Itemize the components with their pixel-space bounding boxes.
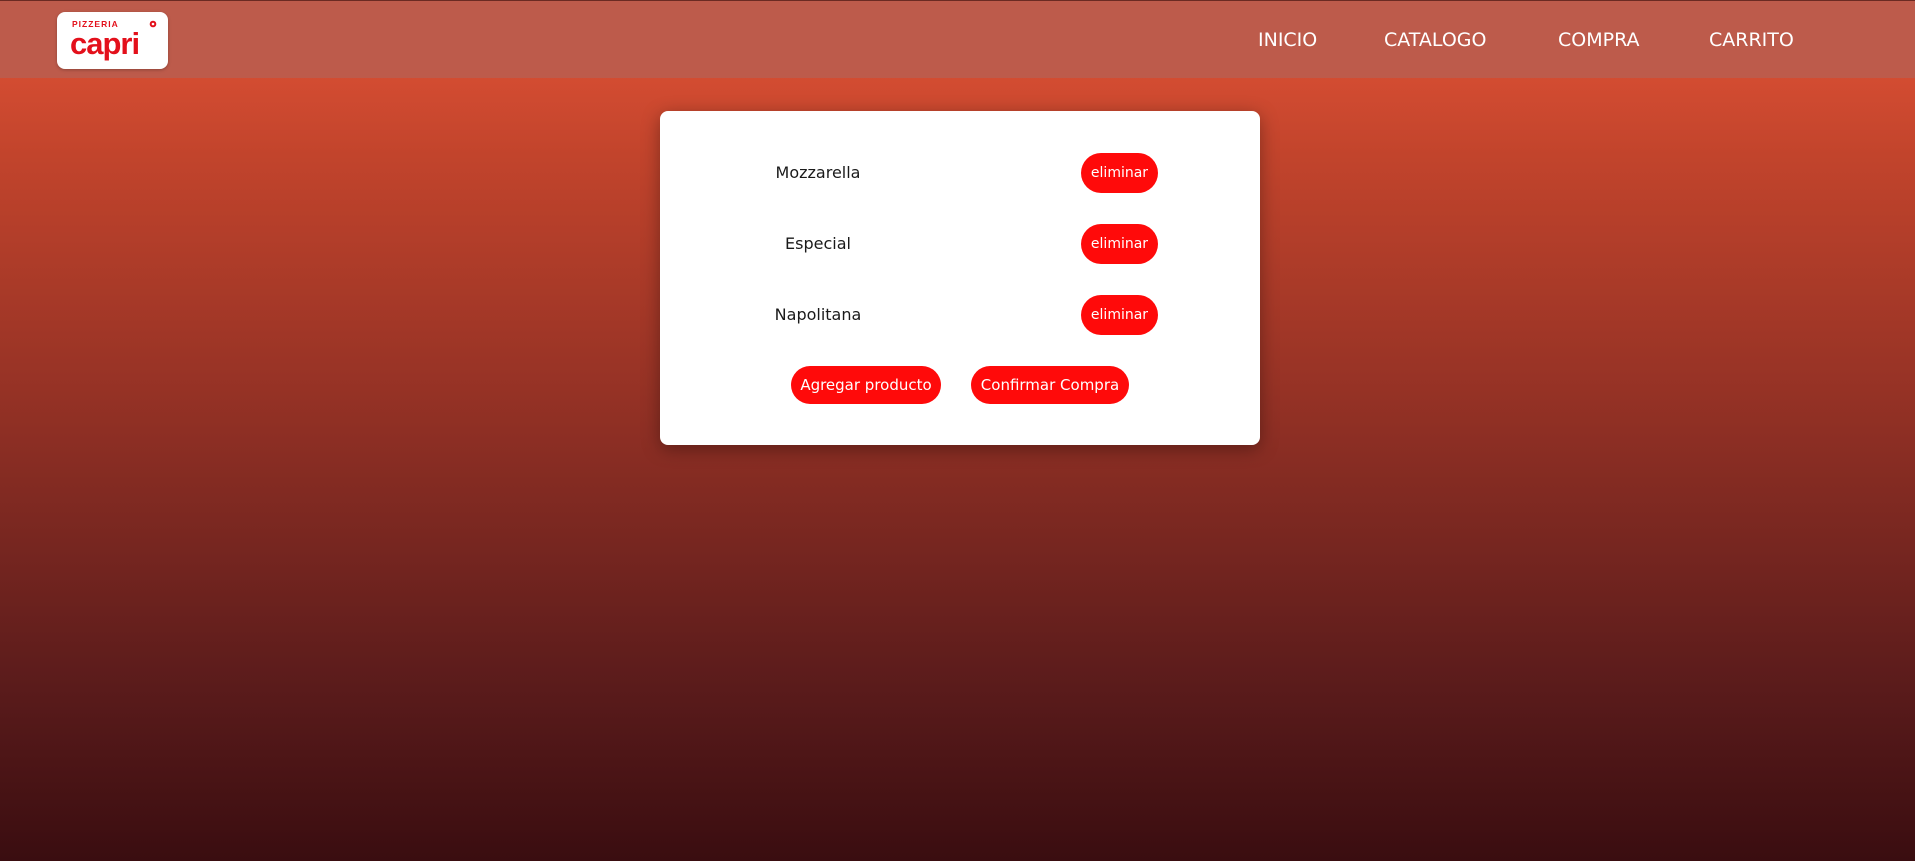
- nav-link-carrito[interactable]: CARRITO: [1709, 28, 1794, 52]
- svg-text:capri: capri: [70, 26, 139, 61]
- add-product-button[interactable]: Agregar producto: [791, 366, 941, 404]
- cart-item-row: Napolitana eliminar: [660, 295, 1260, 335]
- confirm-purchase-button[interactable]: Confirmar Compra: [971, 366, 1129, 404]
- pizzeria-capri-logo[interactable]: PIZZERIA capri: [57, 12, 168, 69]
- nav-link-catalogo[interactable]: CATALOGO: [1384, 28, 1486, 52]
- capri-logo-icon: PIZZERIA capri: [70, 19, 157, 61]
- nav-link-compra[interactable]: COMPRA: [1558, 28, 1640, 52]
- cart-card: Mozzarella eliminar Especial eliminar Na…: [660, 111, 1260, 445]
- nav-link-inicio[interactable]: INICIO: [1258, 28, 1317, 52]
- navbar: PIZZERIA capri INICIO CATALOGO COMPRA CA…: [0, 0, 1915, 78]
- cart-item-name: Napolitana: [774, 305, 862, 324]
- cart-item-row: Especial eliminar: [660, 224, 1260, 264]
- cart-item-row: Mozzarella eliminar: [660, 153, 1260, 193]
- cart-item-name: Especial: [785, 234, 851, 253]
- remove-item-button[interactable]: eliminar: [1081, 224, 1158, 264]
- cart-item-name: Mozzarella: [775, 163, 861, 182]
- remove-item-button[interactable]: eliminar: [1081, 295, 1158, 335]
- remove-item-button[interactable]: eliminar: [1081, 153, 1158, 193]
